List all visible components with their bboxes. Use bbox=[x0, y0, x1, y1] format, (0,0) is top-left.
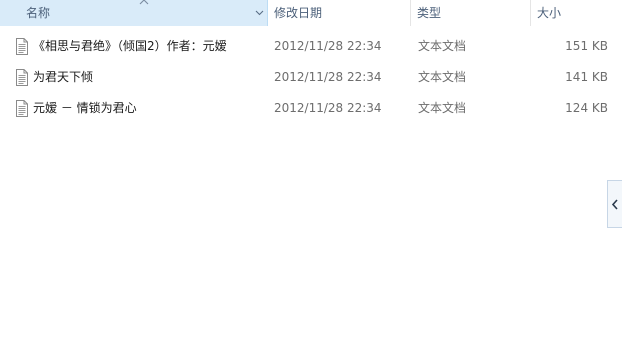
file-date-modified: 2012/11/28 22:34 bbox=[274, 101, 382, 115]
file-row[interactable]: 元嫒 － 情锁为君心 2012/11/28 22:34 文本文档 124 KB bbox=[0, 94, 608, 125]
column-header-name-label: 名称 bbox=[26, 6, 51, 20]
file-type: 文本文档 bbox=[418, 101, 467, 115]
file-type: 文本文档 bbox=[418, 39, 467, 53]
file-explorer-window: 名称 修改日期 类型 大小 《相思与君绝》（倾国2）作者：元嫒 2012/11/… bbox=[0, 0, 622, 342]
column-header-type[interactable]: 类型 bbox=[411, 0, 531, 26]
column-header-type-label: 类型 bbox=[417, 6, 442, 20]
column-header-size-label: 大小 bbox=[537, 6, 562, 20]
chevron-left-icon bbox=[611, 199, 618, 210]
file-size: 151 KB bbox=[565, 39, 608, 53]
file-date-modified: 2012/11/28 22:34 bbox=[274, 39, 382, 53]
text-file-icon bbox=[16, 38, 28, 55]
column-header-name[interactable]: 名称 bbox=[0, 0, 268, 26]
column-header-date-modified[interactable]: 修改日期 bbox=[268, 0, 411, 26]
file-type: 文本文档 bbox=[418, 70, 467, 84]
expand-pane-button[interactable] bbox=[607, 180, 622, 228]
sort-ascending-icon bbox=[139, 0, 149, 5]
column-header-date-label: 修改日期 bbox=[274, 6, 323, 20]
file-name[interactable]: 《相思与君绝》（倾国2）作者：元嫒 bbox=[33, 32, 227, 63]
file-row[interactable]: 《相思与君绝》（倾国2）作者：元嫒 2012/11/28 22:34 文本文档 … bbox=[0, 32, 608, 63]
file-name[interactable]: 元嫒 － 情锁为君心 bbox=[33, 94, 137, 125]
file-date-modified: 2012/11/28 22:34 bbox=[274, 70, 382, 84]
text-file-icon bbox=[16, 69, 28, 86]
file-list: 《相思与君绝》（倾国2）作者：元嫒 2012/11/28 22:34 文本文档 … bbox=[0, 32, 622, 125]
text-file-icon bbox=[16, 100, 28, 117]
file-row[interactable]: 为君天下倾 2012/11/28 22:34 文本文档 141 KB bbox=[0, 63, 608, 94]
file-size: 141 KB bbox=[565, 70, 608, 84]
file-size: 124 KB bbox=[565, 101, 608, 115]
file-name[interactable]: 为君天下倾 bbox=[33, 63, 93, 94]
column-header-size[interactable]: 大小 bbox=[531, 0, 622, 26]
column-header-row: 名称 修改日期 类型 大小 bbox=[0, 0, 622, 26]
chevron-down-icon[interactable] bbox=[255, 8, 264, 17]
